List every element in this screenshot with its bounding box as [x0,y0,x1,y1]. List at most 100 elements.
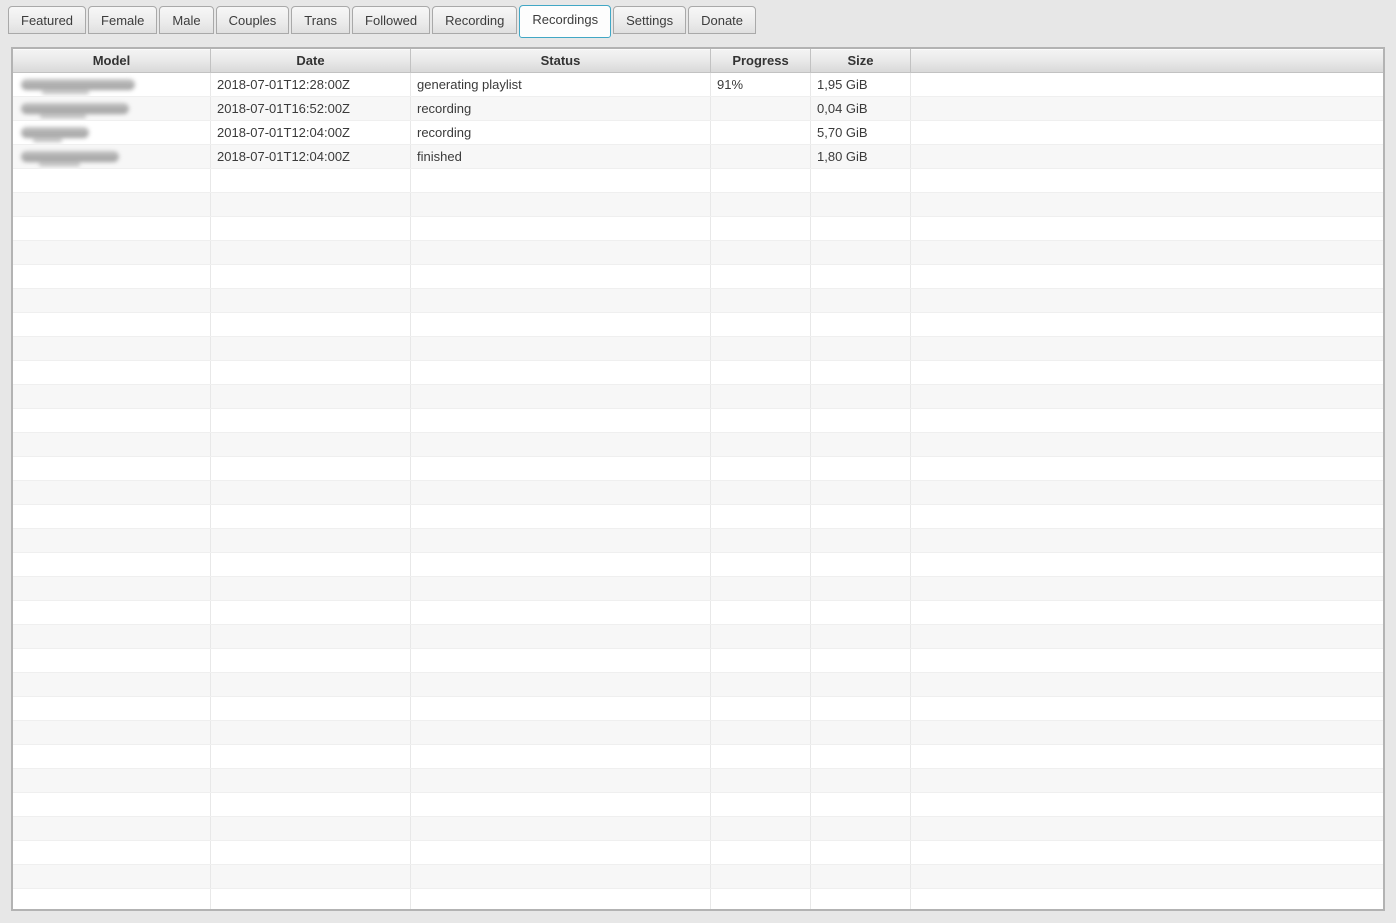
empty-row[interactable] [13,601,1383,625]
cell-date [211,745,411,768]
empty-row[interactable] [13,889,1383,909]
cell-date [211,385,411,408]
cell-progress [711,289,811,312]
cell-model [13,841,211,864]
empty-row[interactable] [13,169,1383,193]
empty-row[interactable] [13,793,1383,817]
cell-status [411,697,711,720]
cell-status [411,601,711,624]
cell-status [411,649,711,672]
cell-model [13,241,211,264]
cell-model [13,433,211,456]
cell-date [211,697,411,720]
table-row[interactable]: 2018-07-01T12:04:00Z recording 5,70 GiB [13,121,1383,145]
cell-model [13,313,211,336]
empty-row[interactable] [13,313,1383,337]
empty-row[interactable] [13,721,1383,745]
cell-model [13,865,211,888]
tab-bar: Featured Female Male Couples Trans Followed Re… [8,5,758,38]
empty-row[interactable] [13,697,1383,721]
empty-row[interactable] [13,553,1383,577]
cell-size [811,265,911,288]
empty-row[interactable] [13,625,1383,649]
cell-extra [911,529,1383,552]
tab-male[interactable]: Male [159,6,214,34]
empty-row[interactable] [13,817,1383,841]
tab-recording[interactable]: Recording [432,6,518,34]
cell-date [211,889,411,909]
cell-size [811,793,911,816]
cell-date [211,337,411,360]
empty-row[interactable] [13,457,1383,481]
cell-progress [711,817,811,840]
table-row[interactable]: 2018-07-01T16:52:00Z recording 0,04 GiB [13,97,1383,121]
cell-date [211,289,411,312]
tab-featured[interactable]: Featured [8,6,87,34]
cell-extra [911,649,1383,672]
tab-recordings[interactable]: Recordings [519,5,612,38]
column-header-progress[interactable]: Progress [711,49,811,72]
cell-progress [711,577,811,600]
empty-row[interactable] [13,337,1383,361]
cell-progress [711,97,811,120]
cell-model [13,217,211,240]
empty-row[interactable] [13,361,1383,385]
empty-row[interactable] [13,769,1383,793]
column-header-model[interactable]: Model [13,49,211,72]
cell-progress [711,745,811,768]
empty-row[interactable] [13,865,1383,889]
cell-size: 5,70 GiB [811,121,911,144]
tab-settings[interactable]: Settings [613,6,687,34]
cell-extra [911,601,1383,624]
cell-status [411,265,711,288]
tab-female[interactable]: Female [88,6,158,34]
cell-date [211,721,411,744]
cell-status [411,793,711,816]
cell-model [13,697,211,720]
cell-date [211,193,411,216]
cell-model [13,601,211,624]
cell-date [211,793,411,816]
empty-row[interactable] [13,193,1383,217]
empty-row[interactable] [13,265,1383,289]
tab-trans[interactable]: Trans [291,6,351,34]
empty-row[interactable] [13,241,1383,265]
cell-status [411,889,711,909]
tab-donate[interactable]: Donate [688,6,757,34]
column-header-date[interactable]: Date [211,49,411,72]
empty-row[interactable] [13,481,1383,505]
empty-row[interactable] [13,529,1383,553]
empty-row[interactable] [13,217,1383,241]
empty-row[interactable] [13,577,1383,601]
table-body: 2018-07-01T12:28:00Z generating playlist 9… [13,73,1383,909]
empty-row[interactable] [13,841,1383,865]
tab-couples[interactable]: Couples [215,6,290,34]
cell-extra [911,697,1383,720]
column-header-size[interactable]: Size [811,49,911,72]
cell-extra [911,73,1383,96]
empty-row[interactable] [13,385,1383,409]
empty-row[interactable] [13,505,1383,529]
cell-status [411,721,711,744]
cell-model [13,721,211,744]
table-row[interactable]: 2018-07-01T12:28:00Z generating playlist 9… [13,73,1383,97]
cell-size [811,721,911,744]
cell-progress [711,865,811,888]
empty-row[interactable] [13,673,1383,697]
cell-model [13,193,211,216]
empty-row[interactable] [13,409,1383,433]
cell-progress [711,433,811,456]
cell-status [411,217,711,240]
cell-progress [711,553,811,576]
cell-extra [911,889,1383,909]
table-row[interactable]: 2018-07-01T12:04:00Z finished 1,80 GiB [13,145,1383,169]
empty-row[interactable] [13,289,1383,313]
cell-model [13,265,211,288]
tab-followed[interactable]: Followed [352,6,431,34]
empty-row[interactable] [13,745,1383,769]
column-header-status[interactable]: Status [411,49,711,72]
cell-date [211,673,411,696]
empty-row[interactable] [13,649,1383,673]
cell-model [13,577,211,600]
empty-row[interactable] [13,433,1383,457]
